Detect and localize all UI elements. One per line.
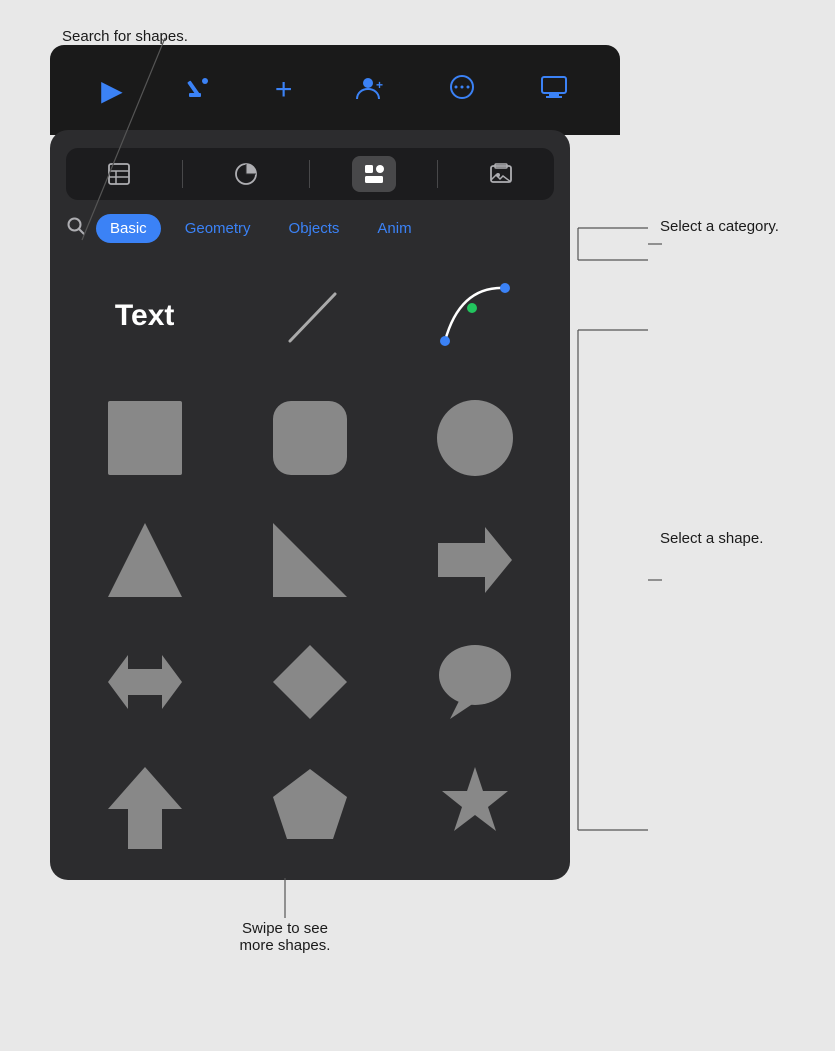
add-icon[interactable]: + bbox=[275, 73, 293, 107]
tab-chart[interactable] bbox=[224, 156, 268, 192]
annotation-category: Select a category. bbox=[660, 218, 820, 235]
annotation-search: Search for shapes. bbox=[62, 28, 188, 45]
svg-text:+: + bbox=[376, 78, 383, 92]
annotation-shape: Select a shape. bbox=[660, 530, 790, 547]
tab-table[interactable] bbox=[97, 156, 141, 192]
shape-arrow-horiz[interactable] bbox=[68, 627, 221, 737]
more-icon[interactable] bbox=[447, 73, 477, 108]
play-icon[interactable]: ▶ bbox=[101, 74, 123, 107]
shape-rounded-rect[interactable] bbox=[233, 383, 386, 493]
shape-line[interactable] bbox=[233, 261, 386, 371]
shapes-area: Text bbox=[66, 257, 554, 862]
tab-divider-3 bbox=[437, 160, 438, 188]
toolbar: ▶ + + bbox=[50, 45, 620, 135]
shapes-grid: Text bbox=[66, 257, 554, 862]
shape-speech-bubble[interactable] bbox=[399, 627, 552, 737]
tab-divider-1 bbox=[182, 160, 183, 188]
shape-diamond[interactable] bbox=[233, 627, 386, 737]
text-label: Text bbox=[115, 299, 174, 333]
shape-curve[interactable] bbox=[399, 261, 552, 371]
category-objects[interactable]: Objects bbox=[275, 214, 354, 243]
shape-arrow-right[interactable] bbox=[399, 505, 552, 615]
tab-shapes[interactable] bbox=[352, 156, 396, 192]
shape-triangle[interactable] bbox=[68, 505, 221, 615]
category-anim[interactable]: Anim bbox=[363, 214, 425, 243]
shape-text[interactable]: Text bbox=[68, 261, 221, 371]
tab-row bbox=[66, 148, 554, 200]
category-basic[interactable]: Basic bbox=[96, 214, 161, 243]
category-geometry[interactable]: Geometry bbox=[171, 214, 265, 243]
tab-media[interactable] bbox=[479, 156, 523, 192]
annotation-icon[interactable] bbox=[185, 73, 213, 108]
category-row: Basic Geometry Objects Anim bbox=[66, 214, 554, 243]
search-icon[interactable] bbox=[66, 216, 86, 241]
add-user-icon[interactable]: + bbox=[355, 73, 385, 108]
annotation-swipe: Swipe to see more shapes. bbox=[185, 920, 385, 954]
shape-arrow-up[interactable] bbox=[68, 749, 221, 859]
tab-divider-2 bbox=[309, 160, 310, 188]
shape-star[interactable] bbox=[399, 749, 552, 859]
shapes-panel: Basic Geometry Objects Anim Text bbox=[50, 130, 570, 880]
shape-pentagon[interactable] bbox=[233, 749, 386, 859]
shape-square[interactable] bbox=[68, 383, 221, 493]
shape-right-triangle[interactable] bbox=[233, 505, 386, 615]
shape-circle[interactable] bbox=[399, 383, 552, 493]
display-icon[interactable] bbox=[539, 73, 569, 108]
